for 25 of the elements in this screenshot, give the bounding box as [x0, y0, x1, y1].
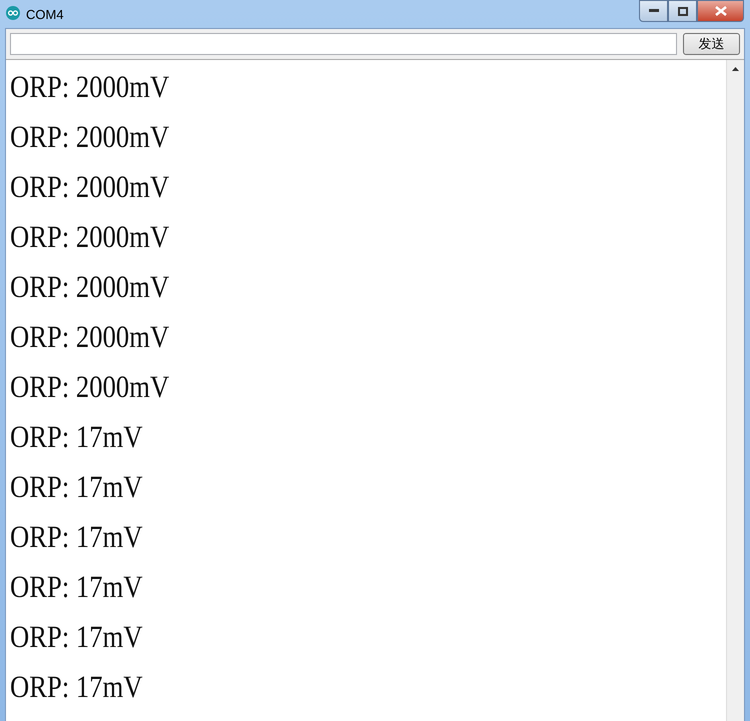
app-icon	[6, 6, 20, 20]
scrollbar[interactable]	[726, 60, 744, 721]
maximize-icon	[678, 6, 688, 16]
close-button[interactable]	[697, 0, 744, 22]
output-line: ORP: 17mV	[10, 518, 143, 556]
output-line: ORP: 17mV	[10, 468, 143, 506]
output-line: ORP: 2000mV	[10, 118, 170, 156]
minimize-button[interactable]	[639, 0, 668, 22]
output-line: ORP: 17mV	[10, 668, 143, 706]
output-line: ORP: 17mV	[10, 618, 143, 656]
input-field[interactable]	[10, 33, 677, 55]
output-line: ORP: 2000mV	[10, 268, 170, 306]
output-line: ORP: 17mV	[10, 418, 143, 456]
close-icon	[714, 6, 726, 16]
minimize-icon	[648, 9, 658, 13]
output-line: ORP: 2000mV	[10, 68, 170, 106]
output-line: ORP: 2000mV	[10, 168, 170, 206]
window-title: COM4	[26, 7, 64, 22]
output-line: ORP: 2000mV	[10, 218, 170, 256]
output-line: ORP: 2000mV	[10, 368, 170, 406]
maximize-button[interactable]	[668, 0, 697, 22]
scroll-up-icon[interactable]	[732, 67, 739, 71]
output-line: ORP: 2000mV	[10, 318, 170, 356]
output-line: ORP: 17mV	[10, 568, 143, 606]
send-button[interactable]: 发送	[683, 33, 740, 55]
